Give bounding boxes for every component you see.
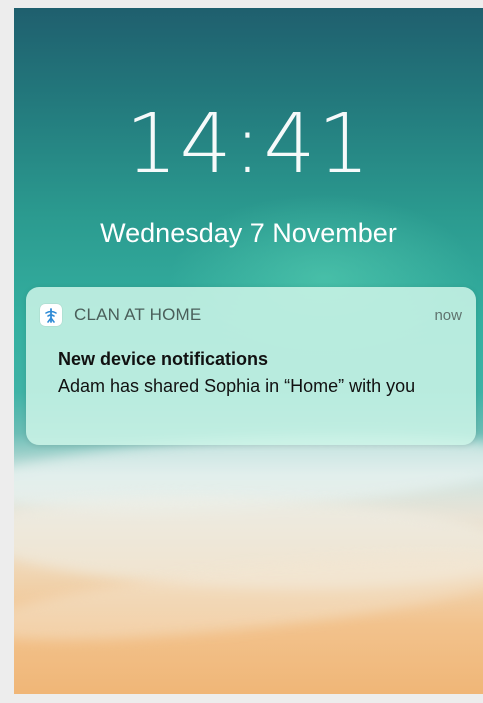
notification-title: New device notifications [58, 349, 269, 369]
lock-screen-time: 14:41 [125, 97, 372, 192]
lock-screen: 14:41 Wednesday 7 November CLAN AT HOME … [14, 8, 483, 694]
notification-header: CLAN AT HOME now [40, 303, 462, 327]
notification-app-name: CLAN AT HOME [74, 305, 202, 324]
lock-screen-date: Wednesday 7 November [100, 218, 397, 248]
notification-timestamp: now [434, 306, 462, 324]
notification-card[interactable]: CLAN AT HOME now New device notification… [26, 287, 476, 445]
notification-body: Adam has shared Sophia in “Home” with yo… [58, 376, 416, 396]
antenna-icon [40, 304, 62, 326]
